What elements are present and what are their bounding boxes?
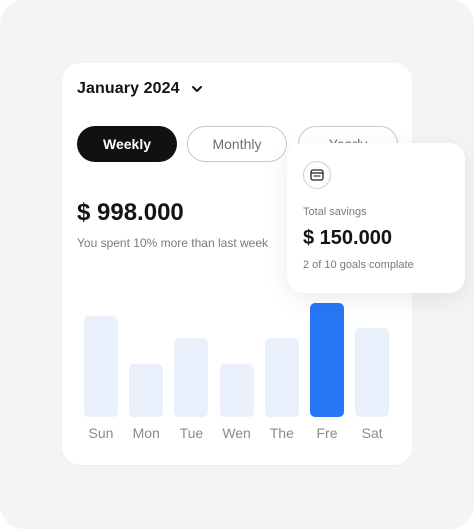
bar-sat[interactable] <box>355 328 390 417</box>
bar-wen[interactable] <box>219 363 254 417</box>
tab-weekly[interactable]: Weekly <box>77 126 177 162</box>
chevron-down-icon[interactable] <box>190 82 204 96</box>
spent-amount: $ 998.000 <box>77 199 184 226</box>
day-label-mon: Mon <box>132 425 160 441</box>
month-selector[interactable]: January 2024 <box>77 80 204 98</box>
day-label-sun: Sun <box>88 425 114 441</box>
savings-goals: 2 of 10 goals complate <box>303 259 414 271</box>
day-label-wen: Wen <box>222 425 251 441</box>
spent-comparison: You spent 10% more than last week <box>77 236 269 250</box>
savings-label: Total savings <box>303 206 367 218</box>
wallet-icon <box>303 161 331 189</box>
bar-mon[interactable] <box>129 363 164 417</box>
day-label-sat: Sat <box>361 425 383 441</box>
bar-sun[interactable] <box>84 316 118 417</box>
day-label-tue: Tue <box>179 425 204 441</box>
weekly-bar-chart: Sun Mon Tue Wen The Fre Sat <box>62 293 412 453</box>
tab-monthly[interactable]: Monthly <box>187 126 287 162</box>
month-label: January 2024 <box>77 80 180 97</box>
savings-amount: $ 150.000 <box>303 227 392 249</box>
day-label-the: The <box>269 425 294 441</box>
bar-the[interactable] <box>264 338 299 417</box>
day-label-fre: Fre <box>316 425 338 441</box>
savings-card: Total savings $ 150.000 2 of 10 goals co… <box>287 143 465 293</box>
bar-fre[interactable] <box>310 303 344 417</box>
bar-tue[interactable] <box>174 338 209 417</box>
